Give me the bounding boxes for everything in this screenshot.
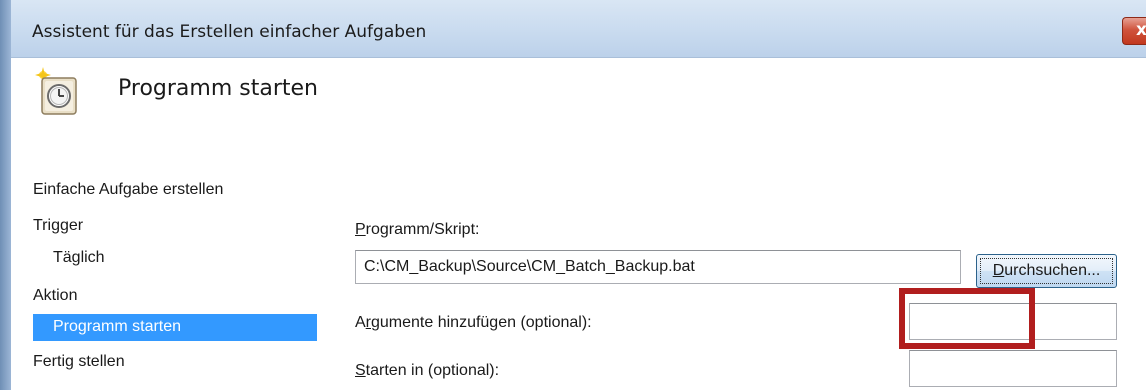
start-in-label: Starten in (optional):: [355, 362, 500, 379]
nav-step-start-program[interactable]: Programm starten: [33, 314, 317, 341]
start-in-label-text: tarten in (optional):: [365, 362, 500, 379]
browse-button-label: Durchsuchen...: [980, 258, 1113, 284]
browse-button[interactable]: Durchsuchen...: [976, 254, 1117, 288]
nav-step-create-task[interactable]: Einfache Aufgabe erstellen: [33, 181, 223, 199]
close-button[interactable]: x: [1122, 17, 1146, 45]
start-in-input[interactable]: [909, 350, 1117, 387]
window-left-edge: [0, 0, 11, 390]
nav-step-finish[interactable]: Fertig stellen: [33, 353, 125, 371]
nav-step-daily[interactable]: Täglich: [53, 249, 105, 267]
arguments-label: Argumente hinzufügen (optional):: [355, 314, 592, 331]
browse-button-label-text: urchsuchen...: [1004, 262, 1101, 279]
nav-step-start-program-label: Programm starten: [53, 318, 182, 335]
program-script-label: Programm/Skript:: [355, 221, 480, 238]
title-bar[interactable]: Assistent für das Erstellen einfacher Au…: [11, 0, 1146, 58]
program-script-label-text: rogramm/Skript:: [365, 221, 480, 238]
close-icon: x: [1136, 20, 1146, 40]
wizard-content: Programm starten Einfache Aufgabe erstel…: [11, 58, 1146, 390]
program-script-input[interactable]: [355, 250, 961, 284]
annotation-highlight-box: [899, 288, 1035, 349]
window-title: Assistent für das Erstellen einfacher Au…: [32, 22, 427, 42]
wizard-steps-nav: Einfache Aufgabe erstellen Trigger Tägli…: [11, 58, 331, 390]
arguments-label-text: gumente hinzufügen (optional):: [371, 314, 592, 331]
nav-step-trigger[interactable]: Trigger: [33, 217, 83, 235]
nav-step-action[interactable]: Aktion: [33, 287, 77, 305]
